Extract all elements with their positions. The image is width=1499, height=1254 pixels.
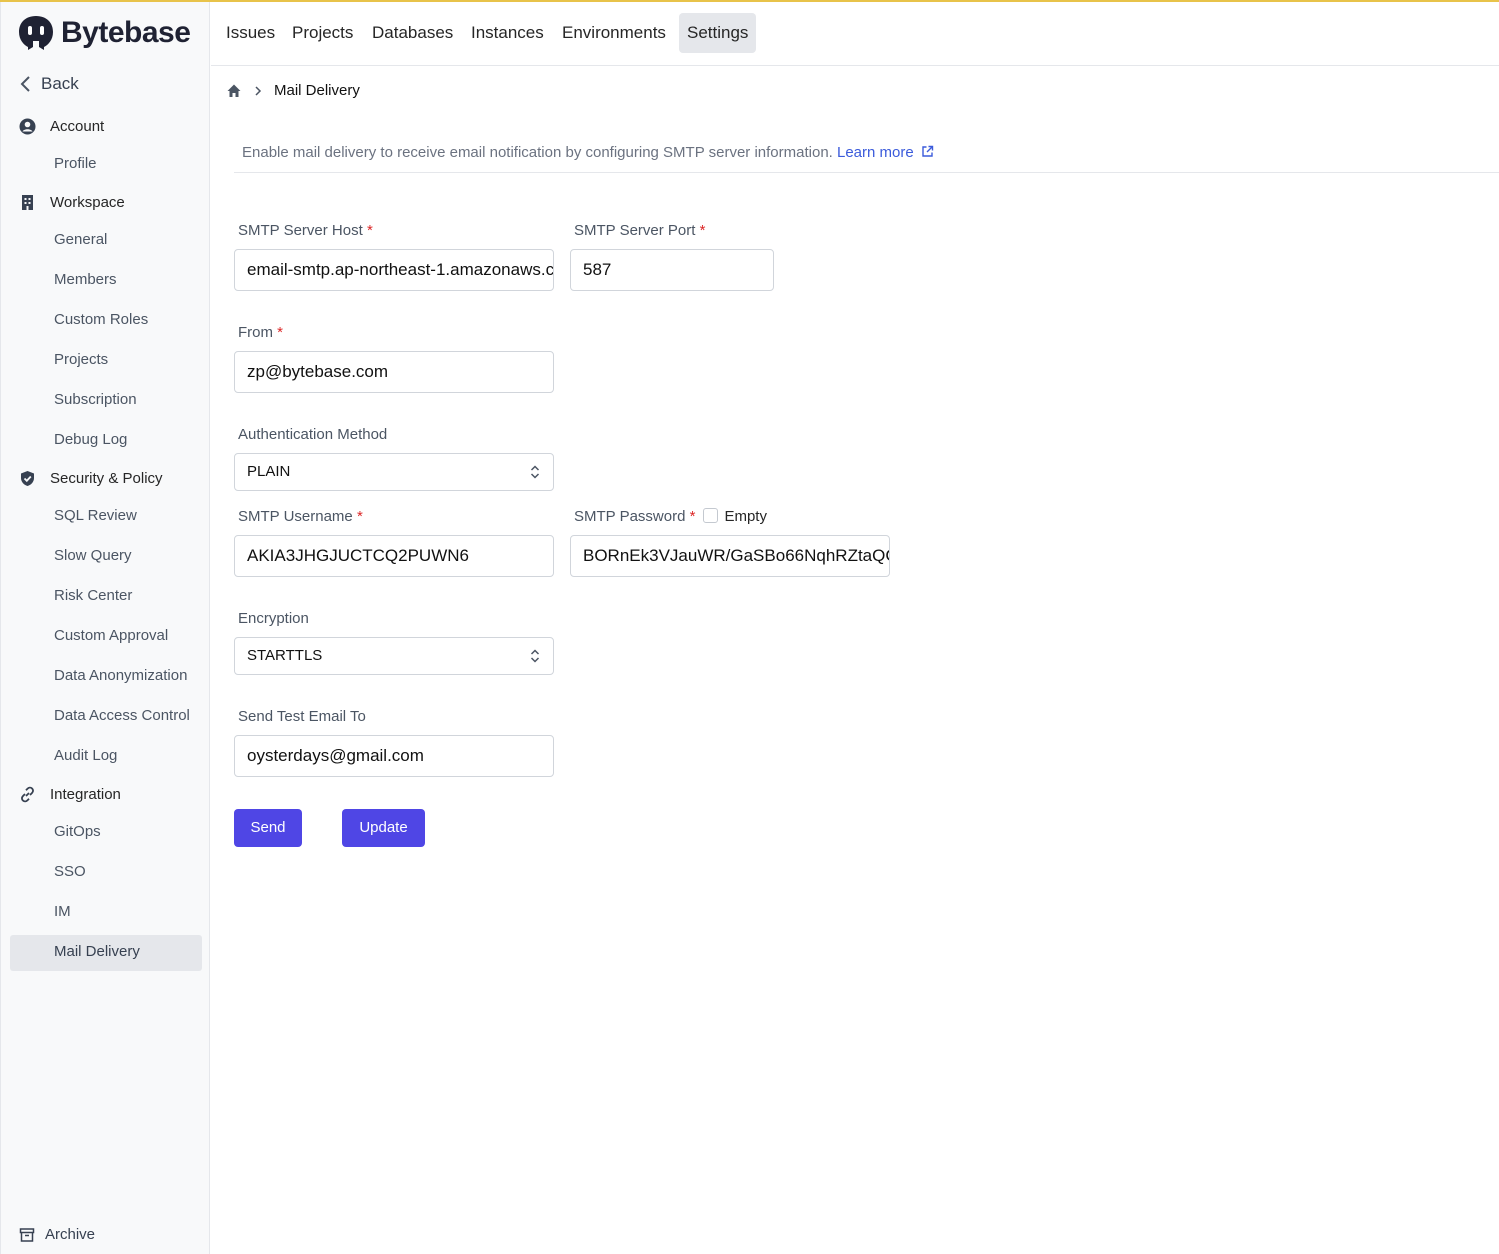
tab-environments[interactable]: Environments xyxy=(554,13,674,53)
sidebar-group-account[interactable]: Account xyxy=(19,118,104,135)
archive-label: Archive xyxy=(45,1226,96,1243)
description-text: Enable mail delivery to receive email no… xyxy=(242,144,833,161)
chevron-right-icon xyxy=(255,85,262,96)
divider xyxy=(234,172,1499,173)
chevron-left-icon xyxy=(20,76,30,92)
learn-more-label: Learn more xyxy=(837,144,914,161)
sidebar-group-label: Account xyxy=(50,118,105,135)
smtp-port-label: SMTP Server Port * xyxy=(574,222,706,239)
sidebar-item-risk-center[interactable]: Risk Center xyxy=(54,587,132,604)
bytebase-logo[interactable]: Bytebase xyxy=(17,14,191,52)
bytebase-logo-icon xyxy=(19,16,53,50)
test-email-input[interactable]: oysterdays@gmail.com xyxy=(234,735,554,777)
breadcrumb-current: Mail Delivery xyxy=(274,82,360,99)
link-icon xyxy=(21,786,34,803)
sidebar-group-label: Security & Policy xyxy=(50,470,163,487)
app-name: Bytebase xyxy=(61,16,191,49)
archive-button[interactable]: Archive xyxy=(19,1226,95,1243)
top-navigation: Issues Projects Databases Instances Envi… xyxy=(211,2,1499,66)
sidebar-item-subscription[interactable]: Subscription xyxy=(54,391,137,408)
sidebar-item-projects[interactable]: Projects xyxy=(54,351,108,368)
sidebar-item-sso[interactable]: SSO xyxy=(54,863,86,880)
sidebar-item-im[interactable]: IM xyxy=(54,903,71,920)
chevron-up-down-icon xyxy=(530,649,540,663)
sidebar-item-custom-approval[interactable]: Custom Approval xyxy=(54,627,168,644)
smtp-port-input[interactable]: 587 xyxy=(570,249,774,291)
sidebar-item-members[interactable]: Members xyxy=(54,271,117,288)
back-label: Back xyxy=(41,74,79,93)
smtp-host-label: SMTP Server Host * xyxy=(238,222,373,239)
encryption-label: Encryption xyxy=(238,610,309,627)
sidebar-item-audit-log[interactable]: Audit Log xyxy=(54,747,117,764)
empty-password-checkbox[interactable] xyxy=(703,508,719,523)
shield-check-icon xyxy=(21,471,34,486)
user-circle-icon xyxy=(19,118,36,135)
tab-issues[interactable]: Issues xyxy=(218,13,283,53)
tab-instances[interactable]: Instances xyxy=(463,13,552,53)
empty-password-label: Empty xyxy=(724,508,767,525)
back-button[interactable]: Back xyxy=(19,74,79,94)
smtp-password-label: SMTP Password * Empty xyxy=(574,508,767,525)
sidebar-group-security[interactable]: Security & Policy xyxy=(19,470,163,487)
sidebar-group-workspace[interactable]: Workspace xyxy=(19,194,125,211)
building-icon xyxy=(22,195,33,210)
home-icon[interactable] xyxy=(226,83,242,99)
update-button[interactable]: Update xyxy=(342,809,425,847)
auth-method-label: Authentication Method xyxy=(238,426,388,443)
learn-more-link[interactable]: Learn more xyxy=(837,144,934,161)
sidebar-item-profile[interactable]: Profile xyxy=(54,155,97,172)
encryption-value: STARTTLS xyxy=(247,647,323,664)
breadcrumb: Mail Delivery xyxy=(226,82,360,99)
sidebar-group-integration[interactable]: Integration xyxy=(19,786,121,803)
archive-icon xyxy=(19,1227,35,1242)
test-email-label: Send Test Email To xyxy=(238,708,366,725)
sidebar: Bytebase Back Account Profile Workspace … xyxy=(0,2,210,1254)
sidebar-item-general[interactable]: General xyxy=(54,231,107,248)
encryption-select[interactable]: STARTTLS xyxy=(234,637,554,675)
page-description: Enable mail delivery to receive email no… xyxy=(242,144,934,161)
chevron-up-down-icon xyxy=(530,465,540,479)
auth-method-select[interactable]: PLAIN xyxy=(234,453,554,491)
from-input[interactable]: zp@bytebase.com xyxy=(234,351,554,393)
send-button[interactable]: Send xyxy=(234,809,302,847)
tab-settings[interactable]: Settings xyxy=(679,13,757,53)
sidebar-item-gitops[interactable]: GitOps xyxy=(54,823,101,840)
sidebar-group-label: Integration xyxy=(50,786,121,803)
sidebar-item-slow-query[interactable]: Slow Query xyxy=(54,547,132,564)
tab-databases[interactable]: Databases xyxy=(364,13,461,53)
smtp-username-input[interactable]: AKIA3JHGJUCTCQ2PUWN6 xyxy=(234,535,554,577)
tab-projects[interactable]: Projects xyxy=(284,13,361,53)
smtp-host-input[interactable]: email-smtp.ap-northeast-1.amazonaws.com xyxy=(234,249,554,291)
from-label: From * xyxy=(238,324,284,341)
auth-method-value: PLAIN xyxy=(247,463,291,480)
sidebar-group-label: Workspace xyxy=(50,194,125,211)
sidebar-item-data-access-control[interactable]: Data Access Control xyxy=(54,707,190,724)
sidebar-item-debug-log[interactable]: Debug Log xyxy=(54,431,127,448)
sidebar-item-sql-review[interactable]: SQL Review xyxy=(54,507,137,524)
sidebar-item-data-anonymization[interactable]: Data Anonymization xyxy=(54,667,187,684)
smtp-password-input[interactable]: BORnEk3VJauWR/GaSBo66NqhRZtaQC xyxy=(570,535,890,577)
external-link-icon xyxy=(922,145,934,157)
sidebar-item-mail-delivery[interactable]: Mail Delivery xyxy=(54,943,140,960)
sidebar-item-custom-roles[interactable]: Custom Roles xyxy=(54,311,148,328)
smtp-username-label: SMTP Username * xyxy=(238,508,363,525)
